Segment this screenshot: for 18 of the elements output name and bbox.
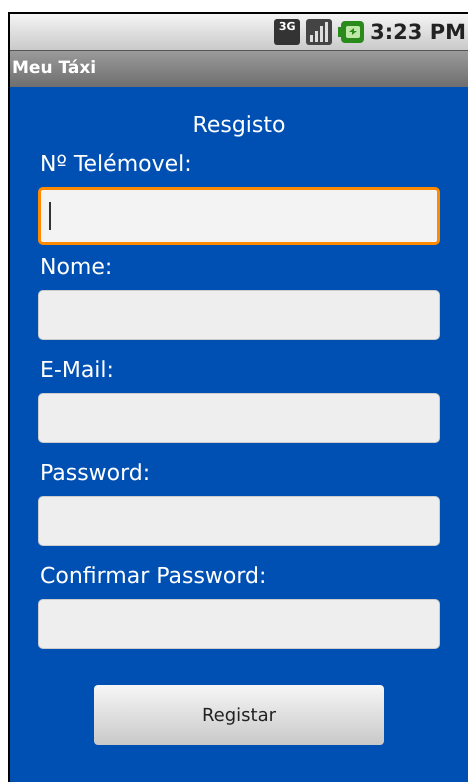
signal-icon xyxy=(306,19,332,45)
register-button[interactable]: Registar xyxy=(94,685,384,745)
network-type-icon: 3G xyxy=(274,19,300,45)
input-field[interactable] xyxy=(38,599,440,649)
input-field[interactable] xyxy=(38,496,440,546)
field-label: Confirmar Password: xyxy=(39,563,268,591)
field-label: Nº Telémovel: xyxy=(39,151,193,179)
field-label: Nome: xyxy=(39,254,114,282)
text-cursor xyxy=(49,202,51,230)
input-field[interactable] xyxy=(38,187,440,245)
app-title: Meu Táxi xyxy=(12,57,96,80)
input-field[interactable] xyxy=(38,393,440,443)
battery-icon xyxy=(338,20,364,44)
input-field[interactable] xyxy=(38,290,440,340)
form-heading: Resgisto xyxy=(192,112,286,140)
clock-time: 3:23 PM xyxy=(370,22,466,42)
field-label: E-Mail: xyxy=(39,357,115,385)
field-label: Password: xyxy=(39,460,152,488)
